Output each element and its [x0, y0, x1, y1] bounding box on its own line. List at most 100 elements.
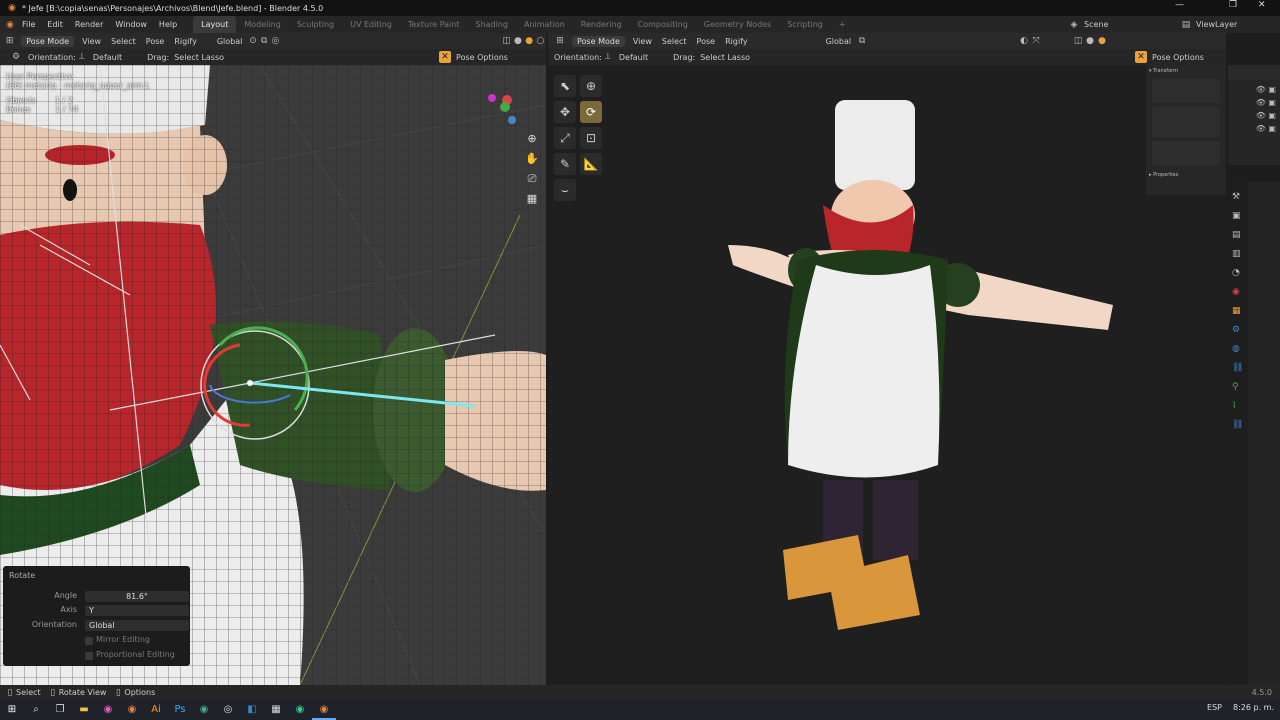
annotate-tool-icon[interactable]: ✎ [554, 153, 576, 175]
tab-animation[interactable]: Animation [516, 16, 573, 33]
proportional-icon[interactable]: ◎ [270, 35, 281, 47]
outlook-icon[interactable]: ◧ [240, 700, 264, 720]
scale-tool-icon[interactable]: ⤢ [554, 127, 576, 149]
pivot-icon[interactable]: ⊙ [247, 35, 258, 47]
close-button[interactable]: ✕ [1258, 0, 1266, 10]
shading-solid-icon[interactable]: ● [1084, 35, 1096, 47]
nav-axis-z[interactable] [508, 116, 516, 124]
blender-taskbar-icon[interactable]: ◉ [120, 700, 144, 720]
add-workspace-icon[interactable]: + [831, 16, 854, 33]
rotate-tool-icon[interactable]: ⟳ [580, 101, 602, 123]
photoshop-icon[interactable]: Ps [168, 700, 192, 720]
visibility-eye-icon[interactable]: 👁 ▣ [1232, 109, 1276, 122]
orientation-selector[interactable]: Default [88, 53, 127, 62]
transform-orientation[interactable]: Global [212, 37, 248, 46]
tab-sculpting[interactable]: Sculpting [289, 16, 342, 33]
menu-rigify[interactable]: Rigify [169, 37, 202, 46]
clock[interactable]: 8:26 p. m. [1233, 703, 1274, 712]
file-explorer-icon[interactable]: ▬ [72, 700, 96, 720]
orientation-selector[interactable]: Default [614, 53, 653, 62]
tab-geometry-nodes[interactable]: Geometry Nodes [696, 16, 779, 33]
nav-axis-neg-x[interactable] [488, 94, 496, 102]
xray-icon[interactable]: ◫ [501, 35, 512, 47]
view-layer-tab-icon[interactable]: ▥ [1232, 245, 1244, 264]
move-tool-icon[interactable]: ✥ [554, 101, 576, 123]
data-tab-icon[interactable]: ⚲ [1232, 378, 1244, 397]
drag-selector[interactable]: Select Lasso [169, 53, 229, 62]
transform-orientation[interactable]: Global [821, 37, 857, 46]
gizmo-icon[interactable]: ⤧ [1030, 35, 1042, 47]
snap-icon[interactable]: ⧉ [259, 35, 270, 47]
visibility-eye-icon[interactable]: 👁 ▣ [1232, 122, 1276, 135]
world-tab-icon[interactable]: ◉ [1232, 283, 1244, 302]
maximize-button[interactable]: ❐ [1229, 0, 1237, 10]
tab-compositing[interactable]: Compositing [630, 16, 696, 33]
menu-edit[interactable]: Edit [41, 20, 69, 29]
app-icon[interactable]: ◎ [216, 700, 240, 720]
physics-tab-icon[interactable]: ◍ [1232, 340, 1244, 359]
modifier-tab-icon[interactable]: ⚙ [1232, 321, 1244, 340]
mode-selector[interactable]: Pose Mode [572, 35, 625, 47]
tweak-tool-icon[interactable]: ⬉ [554, 75, 576, 97]
angle-field[interactable]: 81.6° [85, 591, 189, 602]
tab-rendering[interactable]: Rendering [573, 16, 630, 33]
close-icon[interactable]: ✕ [439, 51, 452, 63]
visibility-eye-icon[interactable]: 👁 ▣ [1232, 83, 1276, 96]
tab-texture-paint[interactable]: Texture Paint [400, 16, 468, 33]
menu-select[interactable]: Select [657, 37, 692, 46]
menu-rigify[interactable]: Rigify [720, 37, 753, 46]
visibility-eye-icon[interactable]: 👁 ▣ [1232, 96, 1276, 109]
menu-select[interactable]: Select [106, 37, 141, 46]
right-3d-viewport[interactable]: ⬉ ⊕ ✥ ⟳ ⤢ ⊡ ✎ 📐 ⌣ [548, 65, 1226, 685]
language-indicator[interactable]: ESP [1207, 703, 1222, 712]
task-view-icon[interactable]: ❐ [48, 700, 72, 720]
tool-tab-icon[interactable]: ⚒ [1232, 188, 1244, 207]
tab-modeling[interactable]: Modeling [236, 16, 288, 33]
tab-scripting[interactable]: Scripting [779, 16, 831, 33]
shading-solid-icon[interactable]: ● [512, 35, 523, 47]
editor-type-icon[interactable]: ⊞ [4, 35, 15, 47]
measure-tool-icon[interactable]: 📐 [580, 153, 602, 175]
menu-help[interactable]: Help [153, 20, 183, 29]
drag-selector[interactable]: Select Lasso [695, 53, 755, 62]
perspective-grid-icon[interactable]: ▦ [525, 189, 539, 209]
shading-material-icon[interactable]: ● [524, 35, 535, 47]
zoom-icon[interactable]: ⊕ [525, 129, 539, 149]
blender-active-taskbar-icon[interactable]: ◉ [312, 700, 336, 720]
editor-type-icon[interactable]: ⊞ [554, 35, 566, 47]
menu-pose[interactable]: Pose [692, 37, 721, 46]
cursor-tool-icon[interactable]: ⊕ [580, 75, 602, 97]
tab-shading[interactable]: Shading [467, 16, 516, 33]
camera-icon[interactable]: ⎚ [525, 169, 539, 189]
output-tab-icon[interactable]: ▤ [1232, 226, 1244, 245]
blender-menu-icon[interactable]: ◉ [4, 19, 16, 31]
constraint-tab-icon[interactable]: ⛓ [1232, 359, 1244, 378]
search-icon[interactable]: ⌕ [24, 700, 48, 720]
pose-options-button[interactable]: Pose Options [451, 53, 513, 62]
pan-hand-icon[interactable]: ✋ [525, 149, 539, 169]
app-icon[interactable]: ◉ [288, 700, 312, 720]
render-tab-icon[interactable]: ▣ [1232, 207, 1244, 226]
tab-uv-editing[interactable]: UV Editing [342, 16, 400, 33]
object-tab-icon[interactable]: ▦ [1232, 302, 1244, 321]
nav-axis-y[interactable] [500, 102, 510, 112]
start-icon[interactable]: ⊞ [0, 700, 24, 720]
shading-material-icon[interactable]: ● [1096, 35, 1108, 47]
scene-tab-icon[interactable]: ◔ [1232, 264, 1244, 283]
bone-constraint-tab-icon[interactable]: ⛓ [1232, 416, 1244, 435]
app-icon[interactable]: ▦ [264, 700, 288, 720]
proportional-editing-checkbox[interactable] [85, 652, 93, 660]
menu-window[interactable]: Window [109, 20, 153, 29]
mirror-editing-checkbox[interactable] [85, 637, 93, 645]
axis-dropdown[interactable]: Y [85, 605, 189, 616]
chrome-icon[interactable]: ◉ [192, 700, 216, 720]
xray-icon[interactable]: ◫ [1072, 35, 1084, 47]
tab-layout[interactable]: Layout [193, 16, 237, 33]
view-layer-selector[interactable]: ▤ ViewLayer [1180, 16, 1238, 33]
scene-selector[interactable]: ◈ Scene [1068, 16, 1109, 33]
menu-pose[interactable]: Pose [141, 37, 170, 46]
app-icon[interactable]: ◉ [96, 700, 120, 720]
pose-options-button[interactable]: Pose Options [1147, 53, 1209, 62]
transform-tool-icon[interactable]: ⊡ [580, 127, 602, 149]
orientation-dropdown[interactable]: Global [85, 620, 189, 631]
